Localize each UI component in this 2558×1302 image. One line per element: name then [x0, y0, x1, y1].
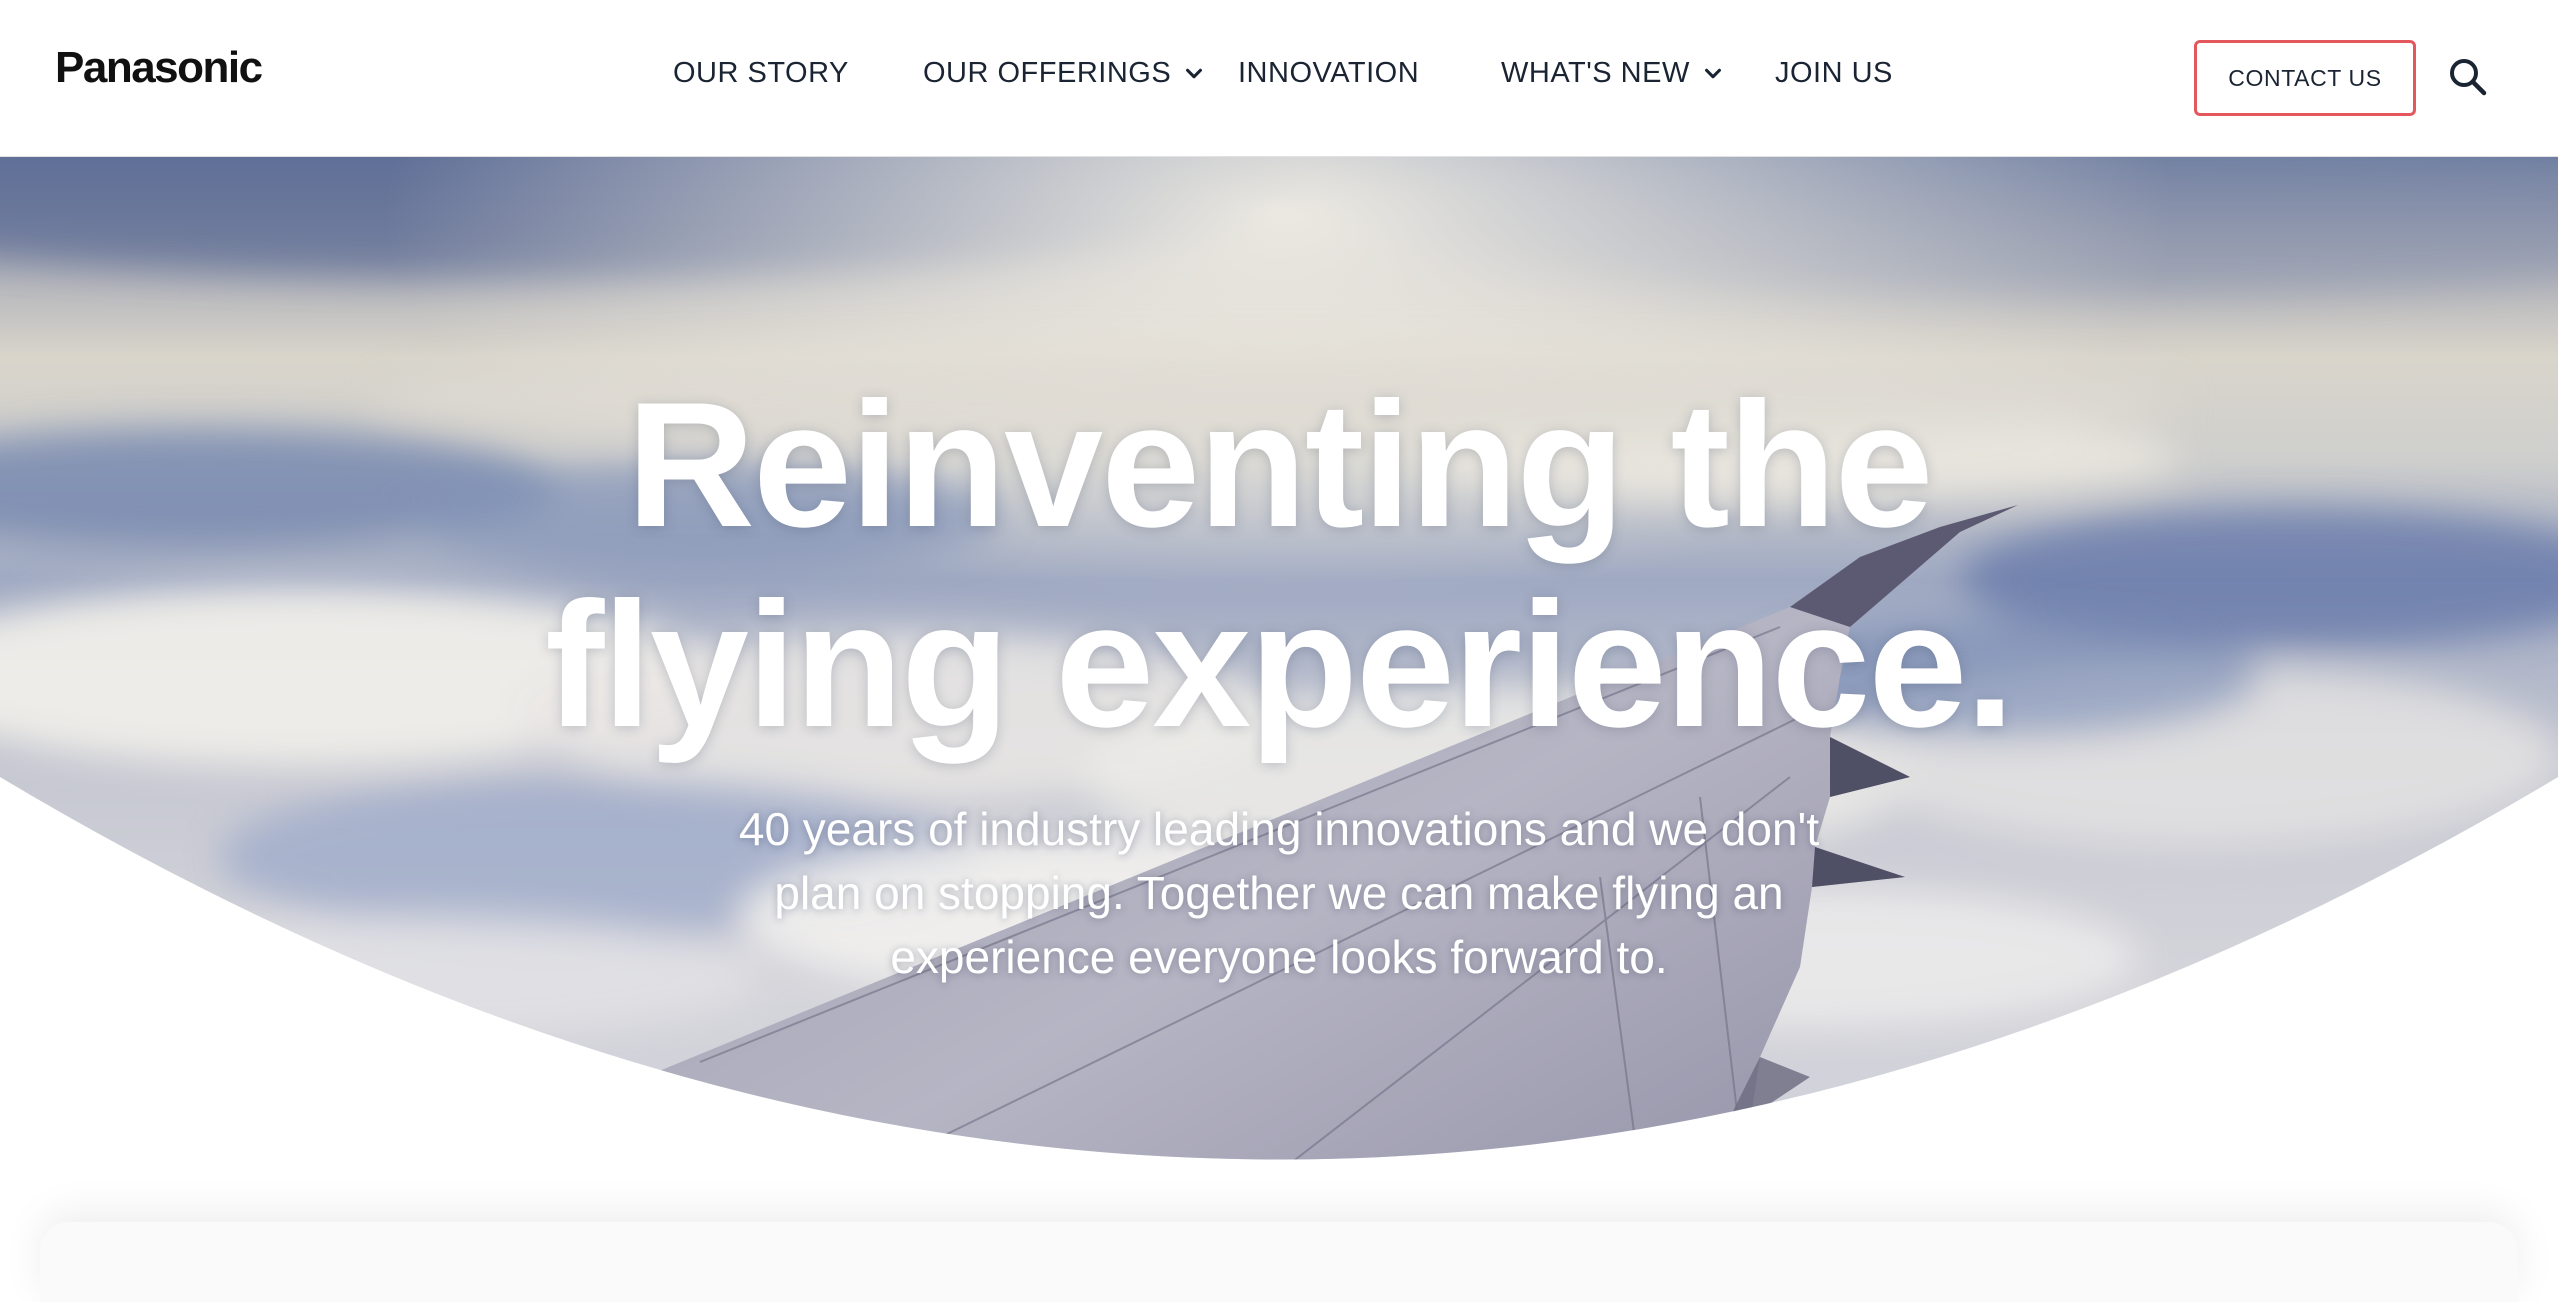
contact-us-button[interactable]: CONTACT US	[2194, 40, 2416, 116]
nav-item-label: JOIN US	[1775, 57, 1893, 89]
nav-item-innovation[interactable]: INNOVATION	[1238, 57, 1420, 90]
site-header: Panasonic OUR STORY OUR OFFERINGS INNOVA…	[0, 0, 2558, 157]
chevron-down-icon	[1704, 68, 1721, 79]
chevron-down-icon	[1186, 68, 1203, 79]
search-icon	[2450, 59, 2487, 96]
nav-item-label: OUR STORY	[673, 57, 849, 89]
nav-item-our-offerings[interactable]: OUR OFFERINGS	[923, 57, 1205, 90]
main-nav: OUR STORY OUR OFFERINGS INNOVATION WHAT'…	[0, 0, 2558, 157]
content-card-edge	[40, 1222, 2518, 1302]
nav-item-join-us[interactable]: JOIN US	[1775, 57, 1893, 90]
hero-title-line-1: Reinventing the	[626, 365, 1933, 564]
search-button[interactable]	[2448, 57, 2488, 97]
hero-title: Reinventing the flying experience.	[0, 365, 2558, 765]
hero-subtitle: 40 years of industry leading innovations…	[738, 803, 1820, 983]
nav-item-label: OUR OFFERINGS	[923, 57, 1172, 89]
hero-section: Reinventing the flying experience. 40 ye…	[0, 157, 2558, 1272]
hero-title-line-2: flying experience.	[545, 565, 2015, 764]
nav-item-our-story[interactable]: OUR STORY	[673, 57, 849, 90]
nav-item-label: WHAT'S NEW	[1501, 57, 1690, 89]
nav-item-whats-new[interactable]: WHAT'S NEW	[1501, 57, 1724, 90]
nav-item-label: INNOVATION	[1238, 57, 1420, 89]
